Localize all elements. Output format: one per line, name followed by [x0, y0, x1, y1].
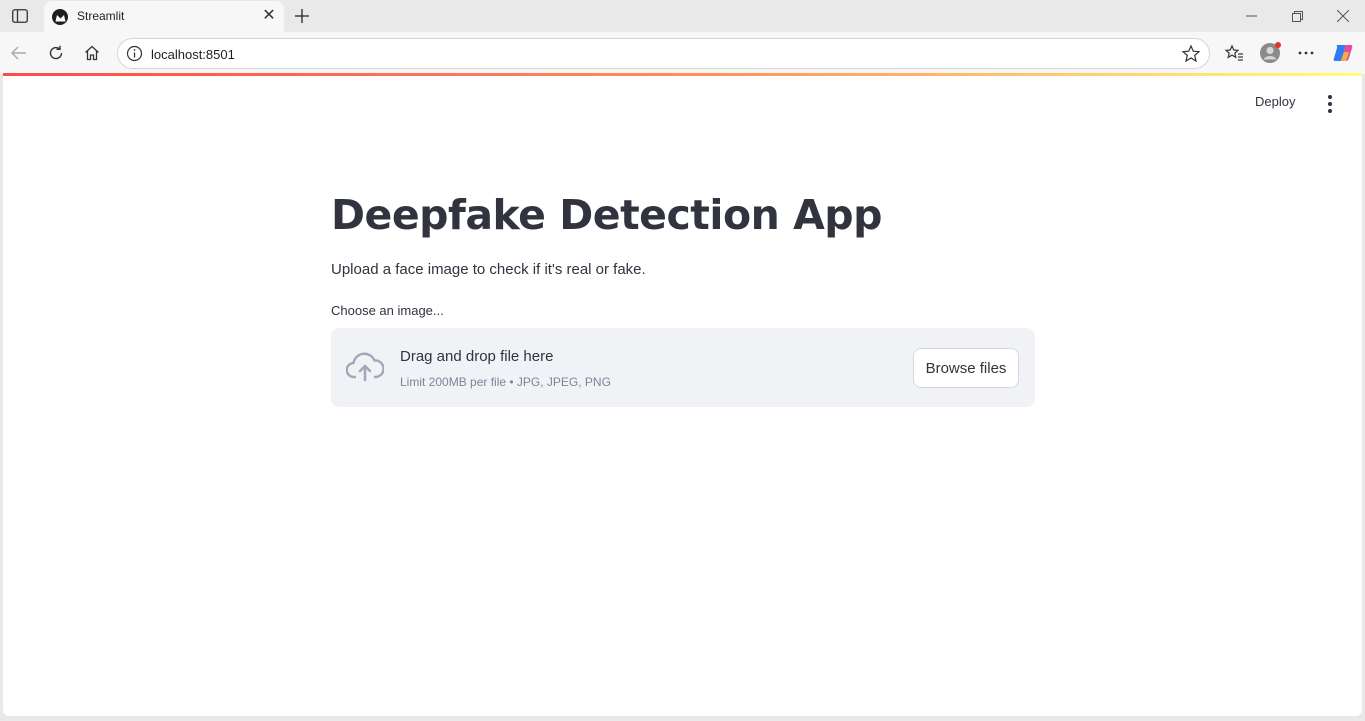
browser-toolbar: localhost:8501	[0, 32, 1365, 74]
restore-icon[interactable]	[1282, 4, 1312, 28]
streamlit-app-page: Deploy Deepfake Detection App Upload a f…	[3, 73, 1362, 716]
page-title: Deepfake Detection App	[331, 191, 883, 239]
tab-close-icon[interactable]: ✕	[260, 7, 278, 25]
favorites-icon[interactable]	[1222, 41, 1246, 65]
reload-icon[interactable]	[44, 41, 68, 65]
page-subtitle: Upload a face image to check if it's rea…	[331, 261, 646, 278]
new-tab-icon[interactable]	[290, 4, 314, 28]
back-icon[interactable]	[7, 41, 31, 65]
profile-avatar-icon[interactable]	[1258, 41, 1282, 65]
sidebar-toggle-icon[interactable]	[8, 5, 32, 27]
cloud-upload-icon	[345, 351, 385, 383]
streamlit-favicon-icon	[52, 9, 68, 25]
copilot-icon[interactable]	[1331, 41, 1355, 65]
browser-window: Streamlit ✕ localhost:8501 Deploy Deepfa…	[0, 0, 1365, 721]
browse-files-button[interactable]: Browse files	[913, 348, 1019, 388]
more-options-icon[interactable]	[1294, 41, 1318, 65]
site-info-icon[interactable]	[126, 45, 143, 62]
dropzone-title: Drag and drop file here	[400, 348, 554, 365]
tab-title: Streamlit	[77, 9, 125, 23]
favorite-star-icon[interactable]	[1181, 44, 1201, 64]
file-uploader-label: Choose an image...	[331, 303, 444, 318]
browser-tab[interactable]: Streamlit ✕	[44, 1, 284, 32]
main-menu-icon[interactable]	[1319, 93, 1341, 115]
decoration-bar	[3, 73, 1362, 76]
address-bar[interactable]: localhost:8501	[117, 38, 1210, 69]
close-window-icon[interactable]	[1328, 4, 1358, 28]
home-icon[interactable]	[80, 41, 104, 65]
minimize-icon[interactable]	[1236, 4, 1266, 28]
url-text[interactable]: localhost:8501	[151, 47, 235, 62]
deploy-button[interactable]: Deploy	[1255, 94, 1295, 109]
file-dropzone[interactable]: Drag and drop file here Limit 200MB per …	[331, 328, 1035, 407]
tab-strip: Streamlit ✕	[0, 0, 1365, 32]
dropzone-limit-text: Limit 200MB per file • JPG, JPEG, PNG	[400, 375, 611, 389]
